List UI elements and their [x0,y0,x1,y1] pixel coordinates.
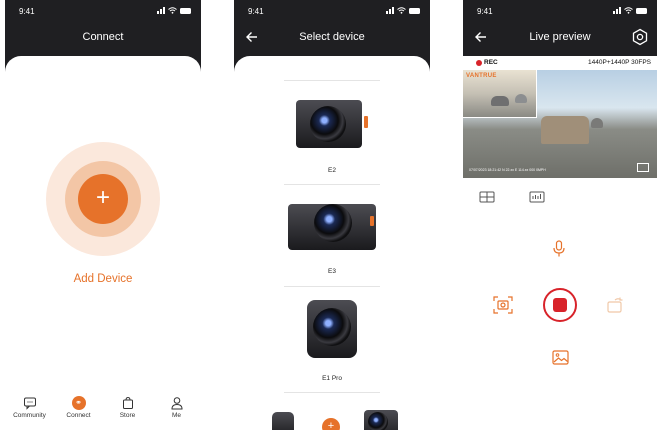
camera-lens [313,308,351,346]
rec-indicator [476,60,482,66]
microphone-icon[interactable] [552,240,566,258]
list-divider [284,392,380,393]
snapshot-icon[interactable] [493,296,513,314]
record-button[interactable] [543,288,577,322]
fullscreen-icon[interactable] [637,163,649,172]
tab-label: Connect [66,412,91,419]
wifi-icon [397,7,406,14]
tab-connect[interactable]: ⚭ Connect [57,396,101,419]
connect-screen: 9:41 Connect + Add Device Community ⚭ Co… [5,0,201,430]
record-stop-icon [553,298,567,312]
signal-icon [157,6,165,14]
add-device-label[interactable]: Add Device [5,273,201,285]
battery-icon [409,8,420,14]
device-list: E2 E3 E1 Pro + [234,56,430,430]
page-title: Connect [82,31,124,43]
status-time: 9:41 [248,7,264,16]
video-car [515,94,527,103]
list-divider [284,80,380,81]
nav-bar: Select device [234,26,430,48]
tab-community[interactable]: Community [8,396,52,419]
status-time: 9:41 [477,7,493,16]
camera-lens [314,204,352,242]
signal-icon [613,6,621,14]
back-arrow-icon[interactable] [471,26,491,48]
live-preview-screen: 9:41 Live preview REC 1440P+1440P 30FPS … [463,0,657,430]
camera-lens [310,106,346,142]
link-icon: ⚭ [71,396,86,410]
video-car [541,116,589,144]
tab-store[interactable]: Store [106,396,150,419]
select-device-screen: 9:41 Select device E2 E3 E1 Pro + [234,0,430,430]
device-name: E1 Pro [322,375,342,382]
status-bar: 9:41 [5,0,201,22]
add-device-button[interactable]: + [78,174,128,224]
tab-label: Community [13,412,46,419]
rec-label: REC [484,59,498,66]
gear-icon[interactable] [631,28,649,46]
page-title: Select device [299,31,365,43]
recording-status: REC 1440P+1440P 30FPS [463,56,657,70]
person-icon [170,397,183,410]
brand-watermark: VANTRUE [466,73,497,79]
device-name: E2 [328,167,336,174]
gallery-icon[interactable] [552,350,569,365]
chat-icon [23,397,36,410]
bag-icon [122,396,133,409]
battery-icon [636,8,647,14]
add-device-button[interactable]: + [322,418,340,430]
battery-icon [180,8,191,14]
camera-accent [364,116,368,128]
page-title: Live preview [529,31,591,43]
preview-content: REC 1440P+1440P 30FPS VANTRUE 07/07/2023… [463,56,657,430]
list-divider [284,184,380,185]
tab-label: Me [171,412,182,419]
nav-bar: Live preview [463,26,657,48]
video-car [591,118,603,128]
signal-icon [386,6,394,14]
tab-bar: Community ⚭ Connect Store Me [5,394,201,430]
list-divider [284,286,380,287]
tab-me[interactable]: Me [155,396,199,419]
status-time: 9:41 [19,7,35,16]
back-arrow-icon[interactable] [242,26,262,48]
camera-accent [370,216,374,226]
status-bar: 9:41 [234,0,430,22]
tab-label: Store [119,412,136,419]
resolution-label: 1440P+1440P 30FPS [588,59,651,66]
video-timestamp: 07/07/2023 18:21:42 N 22.xx E 114.xx 000… [469,168,546,172]
wifi-icon [624,7,633,14]
camera-image [272,412,294,430]
device-name: E3 [328,268,336,275]
status-bar: 9:41 [463,0,657,22]
layout-icon[interactable] [479,191,495,203]
video-preview[interactable]: VANTRUE 07/07/2023 18:21:42 N 22.xx E 11… [463,70,657,178]
wifi-icon [168,7,177,14]
video-car [491,96,509,106]
connect-content: + Add Device Community ⚭ Connect Store M… [5,56,201,430]
quality-icon[interactable] [529,190,545,203]
camera-lens [368,412,388,430]
switch-camera-icon[interactable] [606,296,624,314]
